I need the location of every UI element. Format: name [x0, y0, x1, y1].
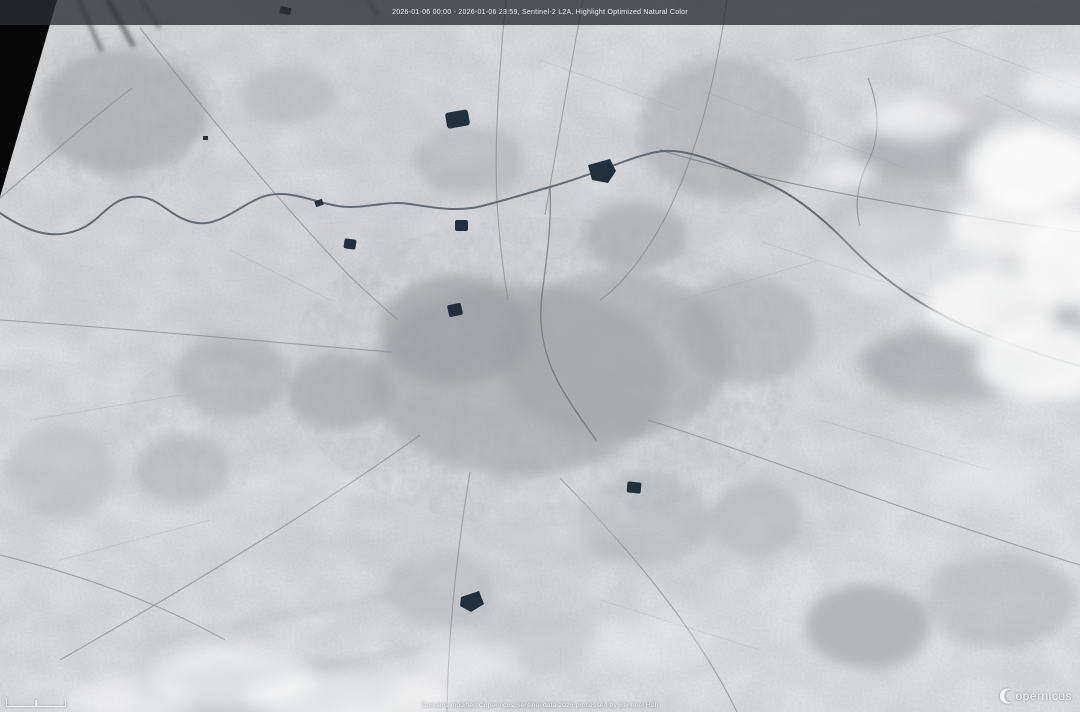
satellite-export-view: 2026-01-06 00:00 - 2026-01-06 23:59, Sen…: [0, 0, 1080, 712]
satellite-art: [0, 0, 1080, 712]
caption-bar: 2026-01-06 00:00 - 2026-01-06 23:59, Sen…: [0, 0, 1080, 25]
map-viewport[interactable]: [0, 0, 1080, 712]
copernicus-wordmark: opernicus: [1015, 689, 1072, 703]
copernicus-logo: opernicus: [999, 687, 1072, 705]
attribution-text: Contains modified Copernicus Sentinel da…: [0, 702, 1080, 709]
caption-text: 2026-01-06 00:00 - 2026-01-06 23:59, Sen…: [392, 9, 688, 16]
